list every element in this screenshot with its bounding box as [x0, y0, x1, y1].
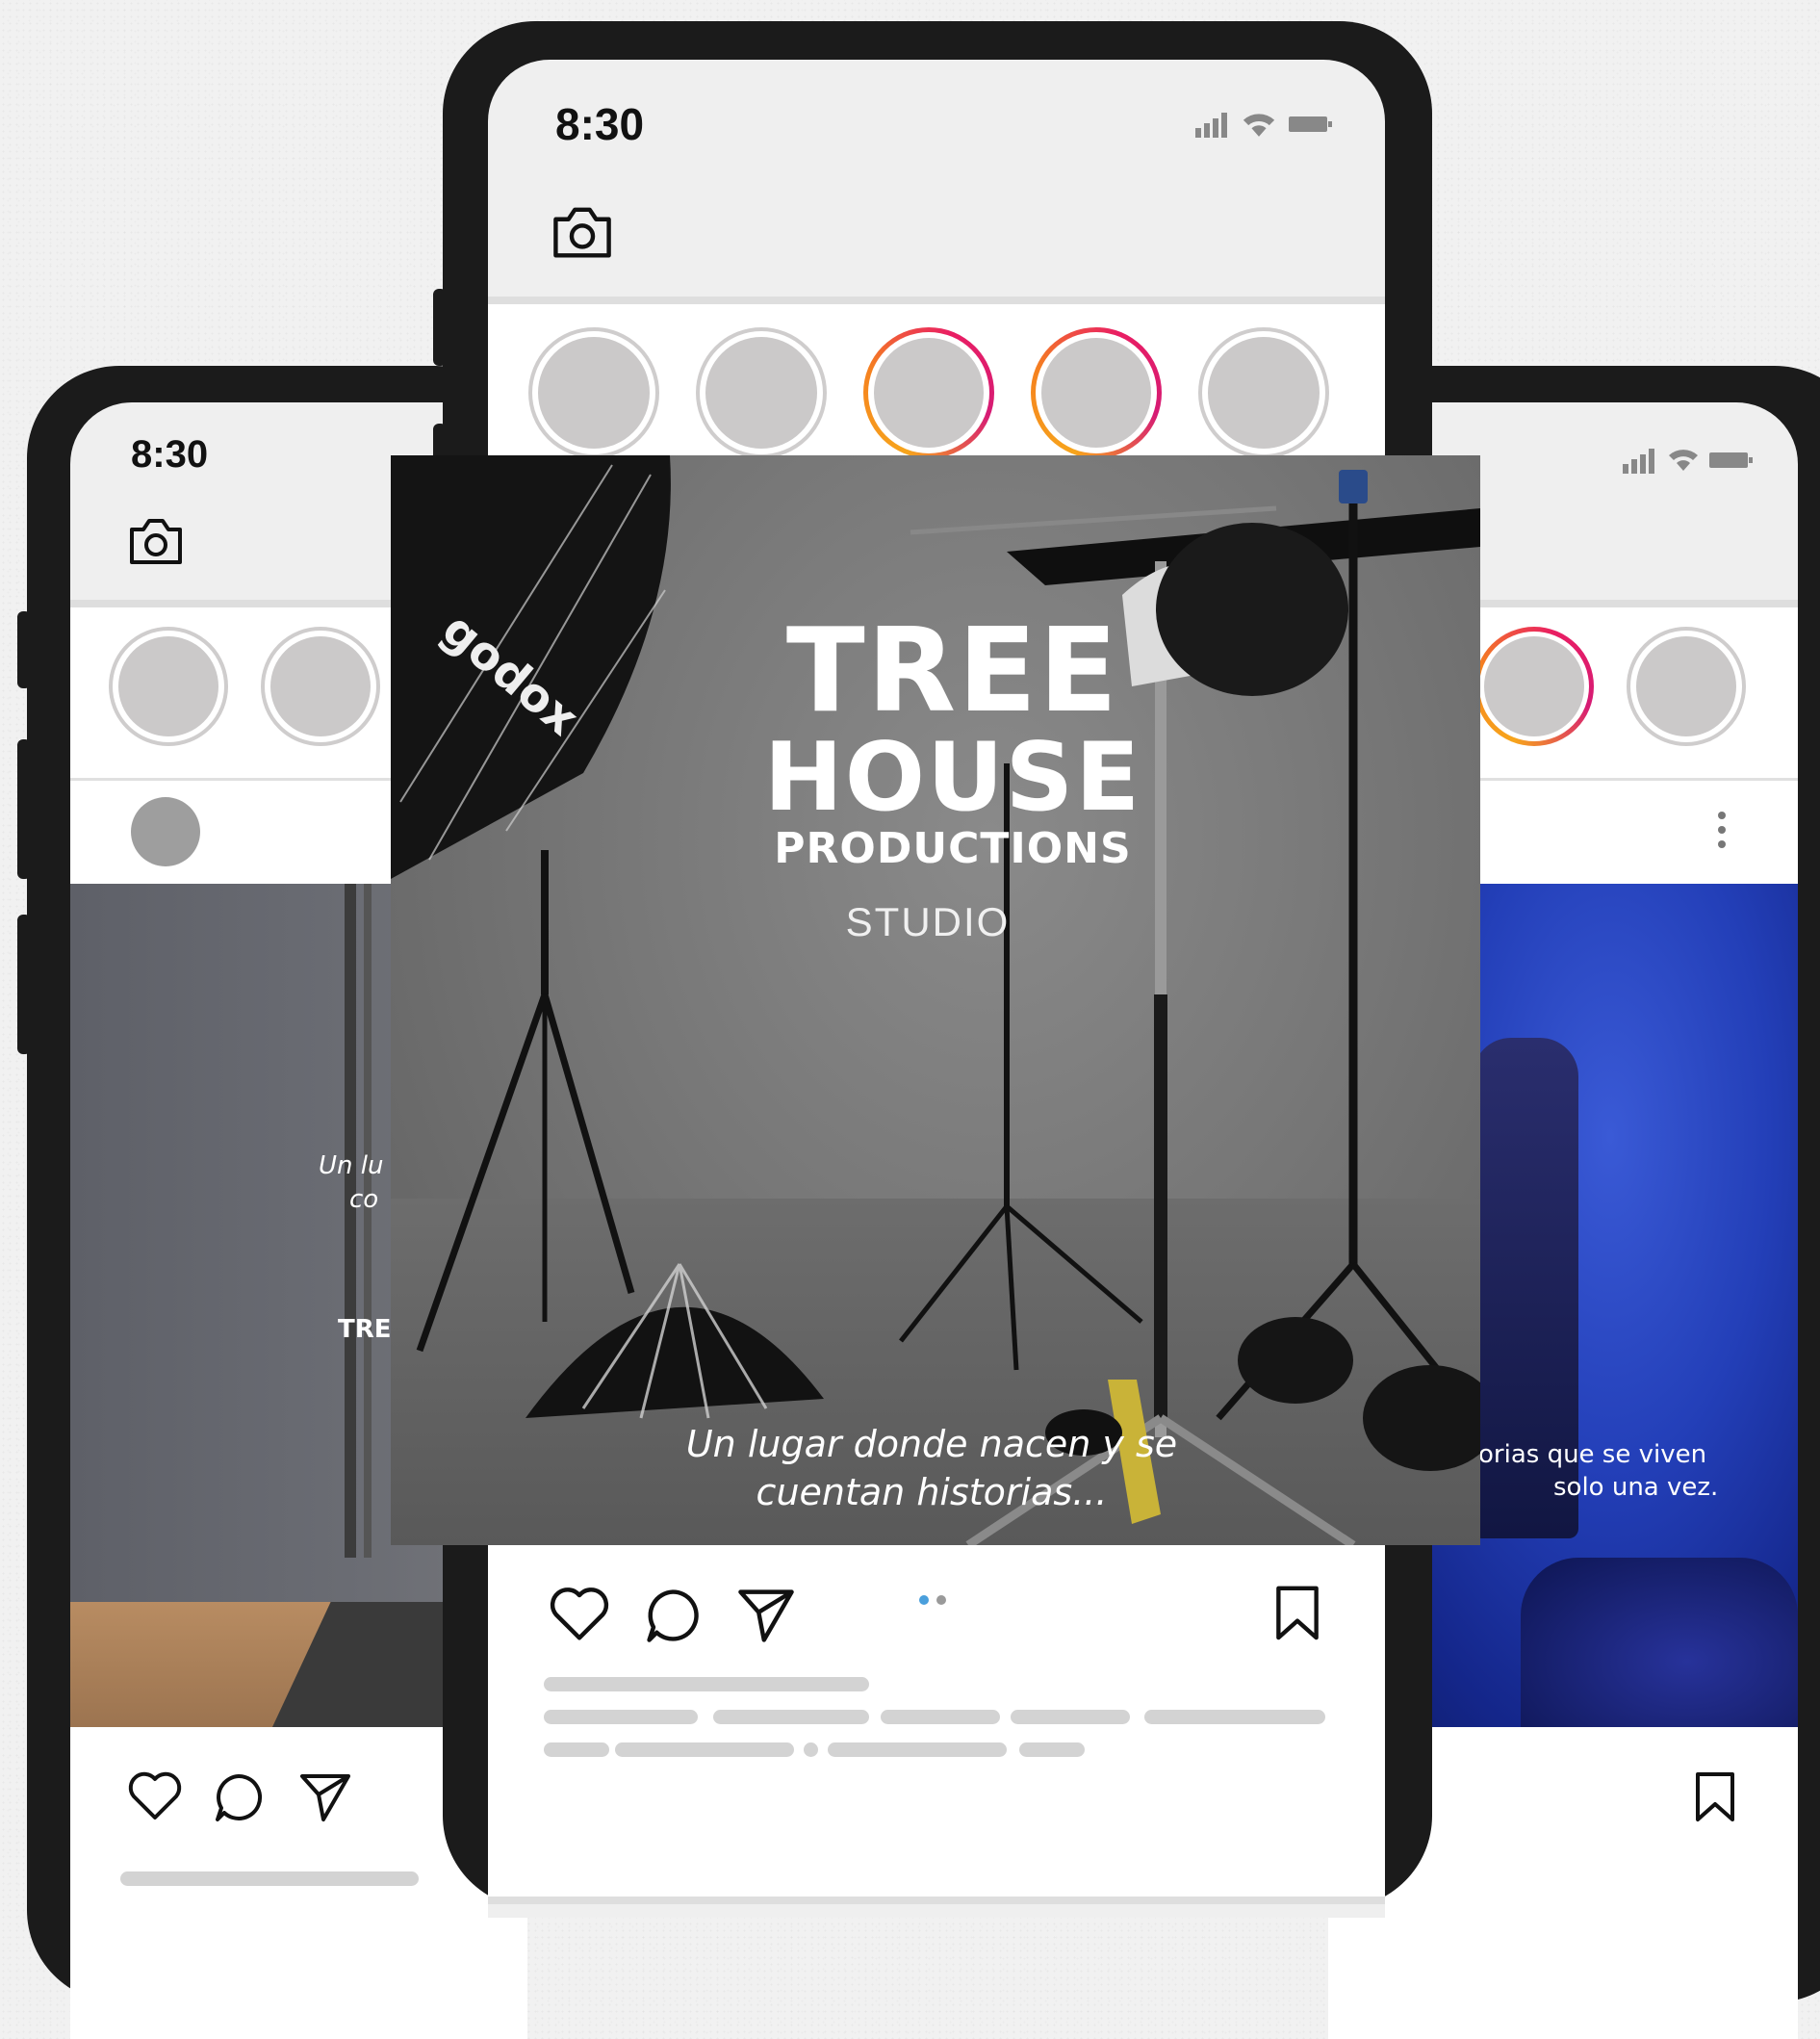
send-icon[interactable]: [298, 1771, 352, 1823]
wifi-icon: [1667, 447, 1700, 472]
story-avatar[interactable]: [109, 627, 228, 746]
camera-icon[interactable]: [551, 204, 613, 260]
story-avatar[interactable]: [528, 327, 659, 458]
story-avatar[interactable]: [1627, 627, 1746, 746]
skeleton-line: [615, 1742, 794, 1757]
more-icon[interactable]: [1717, 811, 1727, 849]
carousel-dot-active[interactable]: [919, 1595, 929, 1605]
story-avatar-active[interactable]: [1031, 327, 1162, 458]
post-tagline-line1: Un lugar donde nacen y se: [685, 1423, 1178, 1465]
signal-icon: [1623, 449, 1657, 474]
story-avatar-active[interactable]: [863, 327, 994, 458]
brand-title-line4: STUDIO: [845, 899, 1011, 944]
right-overlay-line1: orias que se viven: [1478, 1440, 1707, 1469]
brand-title-line2: HOUSE: [763, 723, 1142, 833]
story-avatar[interactable]: [261, 627, 380, 746]
bookmark-icon[interactable]: [1694, 1771, 1736, 1823]
right-overlay-line2: solo una vez.: [1553, 1473, 1719, 1502]
center-phone-time: 8:30: [555, 99, 645, 149]
skeleton-line: [544, 1677, 869, 1691]
skeleton-dot: [804, 1742, 818, 1757]
light-stand: [345, 884, 356, 1558]
left-overlay-line2: co: [349, 1185, 379, 1214]
camera-icon[interactable]: [128, 516, 184, 566]
brand-title-line1: TREE: [785, 605, 1120, 738]
skeleton-line: [828, 1742, 1007, 1757]
battery-icon: [1709, 451, 1754, 470]
send-icon[interactable]: [736, 1587, 796, 1644]
skeleton-line: [1019, 1742, 1085, 1757]
wifi-icon: [1241, 111, 1277, 138]
skeleton-line: [544, 1742, 609, 1757]
story-avatar[interactable]: [696, 327, 827, 458]
brand-title-line3: PRODUCTIONS: [774, 824, 1132, 873]
band-members: [1521, 1558, 1798, 1727]
signal-icon: [1195, 113, 1230, 138]
featured-post-image[interactable]: godox TREE HOUSE PRODUCTIONS STUDIO Un l…: [391, 455, 1480, 1545]
skeleton-line: [713, 1710, 869, 1724]
bookmark-icon[interactable]: [1274, 1585, 1320, 1642]
story-avatar-active[interactable]: [1474, 627, 1594, 746]
skeleton-line: [120, 1871, 419, 1886]
skeleton-line: [544, 1710, 698, 1724]
skeleton-line: [1011, 1710, 1130, 1724]
left-overlay-line1: Un lu: [319, 1151, 384, 1180]
carousel-dot[interactable]: [936, 1595, 946, 1605]
left-phone-time: 8:30: [131, 433, 209, 476]
light-stand: [364, 884, 372, 1558]
battery-icon: [1287, 115, 1335, 134]
post-author-avatar[interactable]: [131, 797, 200, 866]
story-avatar[interactable]: [1198, 327, 1329, 458]
skeleton-line: [881, 1710, 1000, 1724]
heart-icon[interactable]: [550, 1587, 609, 1642]
center-phone-bottom-divider: [488, 1897, 1385, 1904]
skeleton-line: [1144, 1710, 1325, 1724]
center-phone-divider: [488, 297, 1385, 304]
heart-icon[interactable]: [128, 1771, 182, 1821]
comment-icon[interactable]: [644, 1587, 702, 1644]
post-tagline-line2: cuentan historias...: [756, 1471, 1108, 1513]
left-overlay-brand: TRE: [338, 1315, 392, 1344]
comment-icon[interactable]: [213, 1771, 265, 1823]
